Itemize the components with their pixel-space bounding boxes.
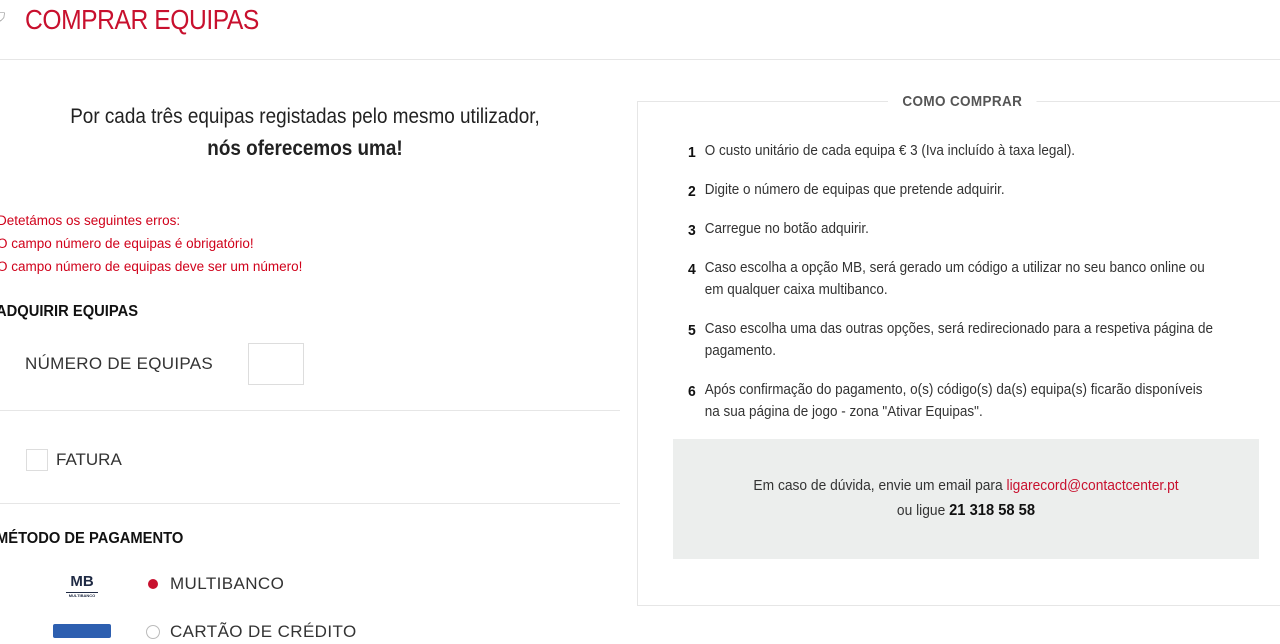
quantity-label: NÚMERO DE EQUIPAS <box>25 354 214 373</box>
step-text: Digite o número de equipas que pretende … <box>704 182 1005 198</box>
payment-option-credit-card[interactable]: CARTÃO DE CRÉDITO <box>0 614 620 644</box>
invoice-row: FATURA <box>0 411 620 504</box>
error-required: O campo número de equipas é obrigatório! <box>0 236 254 251</box>
purchase-section-title: ADQUIRIR EQUIPAS <box>0 303 139 320</box>
step-number: 5 <box>688 322 696 339</box>
step-number: 4 <box>688 261 696 278</box>
how-to-buy-title: COMO COMPRAR <box>888 93 1037 110</box>
error-heading: Detetámos os seguintes erros: <box>0 213 181 228</box>
error-messages: Detetámos os seguintes erros: O campo nú… <box>0 209 302 278</box>
contact-phone-line: ou ligue 21 318 58 58 <box>696 502 1235 520</box>
step-number: 2 <box>688 183 696 200</box>
contact-email-line: Em caso de dúvida, envie um email para l… <box>696 477 1235 494</box>
steps-list: 1 O custo unitário de cada equipa € 3 (I… <box>688 140 1258 423</box>
credit-card-label[interactable]: CARTÃO DE CRÉDITO <box>170 622 357 642</box>
multibanco-logo-sub: MULTIBANCO <box>66 592 98 599</box>
how-to-buy-panel: COMO COMPRAR 1 O custo unitário de cada … <box>637 93 1280 606</box>
step-item: 4 Caso escolha a opção MB, será gerado u… <box>688 257 1218 301</box>
step-item: 6 Após confirmação do pagamento, o(s) có… <box>688 379 1218 423</box>
step-text: Após confirmação do pagamento, o(s) códi… <box>704 382 1203 420</box>
step-item: 3 Carregue no botão adquirir. <box>688 218 1218 240</box>
quantity-input[interactable] <box>248 343 304 385</box>
step-text: Carregue no botão adquirir. <box>704 221 869 237</box>
page-title: COMPRAR EQUIPAS <box>25 4 259 35</box>
step-text: O custo unitário de cada equipa € 3 (Iva… <box>704 143 1076 159</box>
payment-option-multibanco[interactable]: MB MULTIBANCO MULTIBANCO <box>0 566 620 606</box>
payment-section-title: MÉTODO DE PAGAMENTO <box>0 530 184 547</box>
step-item: 2 Digite o número de equipas que pretend… <box>688 179 1218 201</box>
contact-box: Em caso de dúvida, envie um email para l… <box>673 439 1259 559</box>
step-item: 5 Caso escolha uma das outras opções, se… <box>688 318 1218 362</box>
step-text: Caso escolha uma das outras opções, será… <box>704 321 1213 359</box>
promo-message: Por cada três equipas registadas pelo me… <box>0 105 610 161</box>
multibanco-radio[interactable] <box>146 577 160 591</box>
shield-icon: ⛉ <box>0 10 6 24</box>
quantity-row: NÚMERO DE EQUIPAS <box>0 336 620 411</box>
contact-email-link[interactable]: ligarecord@contactcenter.pt <box>1007 477 1179 494</box>
step-item: 1 O custo unitário de cada equipa € 3 (I… <box>688 140 1218 162</box>
invoice-checkbox[interactable] <box>26 449 48 471</box>
step-number: 1 <box>688 144 696 161</box>
multibanco-logo-text: MB <box>70 573 94 590</box>
error-not-number: O campo número de equipas deve ser um nú… <box>0 259 303 274</box>
promo-line-1: Por cada três equipas registadas pelo me… <box>70 105 540 128</box>
contact-text: Em caso de dúvida, envie um email para <box>753 477 1007 494</box>
invoice-label[interactable]: FATURA <box>56 450 122 470</box>
phone-number: 21 318 58 58 <box>949 502 1036 519</box>
step-number: 3 <box>688 222 696 239</box>
page-header: ⛉ COMPRAR EQUIPAS <box>0 0 1280 60</box>
step-text: Caso escolha a opção MB, será gerado um … <box>704 260 1205 298</box>
multibanco-logo: MB MULTIBANCO <box>66 572 98 602</box>
promo-line-2: nós oferecemos uma! <box>207 137 403 160</box>
credit-card-logo <box>53 624 111 638</box>
step-number: 6 <box>688 383 696 400</box>
phone-prefix: ou ligue <box>896 502 950 519</box>
credit-card-radio[interactable] <box>146 625 160 639</box>
multibanco-label[interactable]: MULTIBANCO <box>170 574 284 594</box>
